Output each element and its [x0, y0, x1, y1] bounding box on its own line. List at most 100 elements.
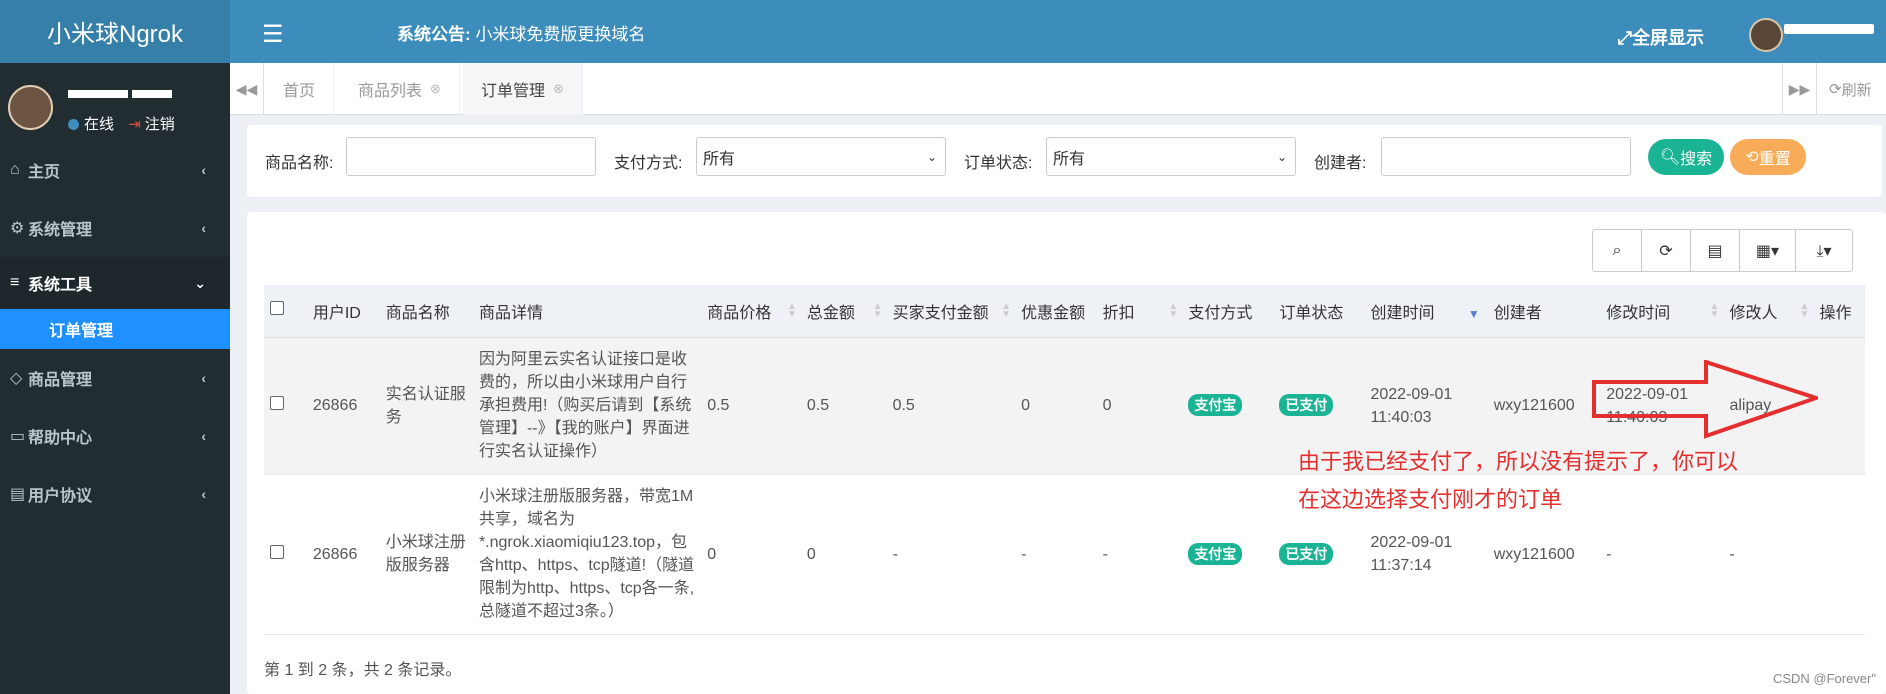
sidebar-item-label: 主页 — [28, 164, 61, 181]
chevron-left-icon: ‹ — [201, 162, 206, 178]
pay-method-badge: 支付宝 — [1188, 542, 1243, 565]
gear-icon: ⚙ — [10, 220, 25, 237]
list-icon: ▤ — [1707, 242, 1723, 260]
close-icon[interactable]: ⊗ — [553, 81, 564, 97]
tab-order-management[interactable]: 订单管理 ⊗ — [463, 63, 583, 115]
reset-button[interactable]: ⟲ 重置 — [1730, 139, 1806, 175]
header-username-redacted[interactable] — [1784, 20, 1874, 40]
sort-desc-icon: ▼ — [1467, 307, 1480, 321]
cell-action[interactable] — [1813, 337, 1865, 475]
tab-label: 首页 — [283, 83, 316, 100]
pay-method-value: 所有 — [703, 150, 736, 168]
column-header-sortable[interactable]: 商品价格 ▲ ▼ — [701, 285, 801, 338]
column-header[interactable]: 操作 — [1813, 285, 1865, 338]
hamburger-menu-icon[interactable]: ☰ — [262, 20, 284, 49]
fullscreen-label: 全屏显示 — [1632, 28, 1704, 48]
sidebar-item-home[interactable]: ⌂ 主页 ‹ — [0, 141, 230, 199]
submenu: 订单管理 — [0, 309, 230, 349]
fullscreen-button[interactable]: ⤢全屏显示 — [1618, 24, 1704, 50]
column-header[interactable]: 支付方式 — [1182, 285, 1274, 338]
column-header-sortable[interactable]: 买家支付金额 ▲ ▼ — [886, 285, 1016, 338]
logout-link[interactable]: 注销 — [145, 116, 175, 133]
search-button[interactable]: 🔍︎ 搜索 — [1648, 139, 1724, 175]
column-header-sortable[interactable]: 总金额 ▲ ▼ — [800, 285, 887, 338]
export-button[interactable]: ⤓▾ — [1796, 230, 1852, 271]
cell-action[interactable] — [1813, 474, 1865, 635]
pay-method-select[interactable]: 所有 ⌄ — [696, 137, 946, 176]
user-panel: 在线 ⇥ 注销 — [0, 63, 230, 141]
tab-label: 商品列表 — [358, 83, 423, 100]
top-navbar: ☰ 系统公告: 小米球免费版更换域名 ⤢全屏显示 — [230, 0, 1886, 63]
tab-label: 订单管理 — [481, 83, 546, 100]
cell-pay-method: 支付宝 — [1182, 474, 1274, 635]
table-toolbar: ⌕ ⟳ ▤ ▦▾ ⤓▾ — [1592, 229, 1853, 272]
tab-scroll-left-icon[interactable]: ◀◀ — [230, 63, 264, 115]
tab-bar: ◀◀ 首页 商品列表 ⊗ 订单管理 ⊗ ▶▶ ⟳ 刷新 — [230, 63, 1886, 115]
cell-total: 0 — [800, 474, 887, 635]
sort-icon: ▲ ▼ — [786, 301, 797, 320]
header-avatar[interactable] — [1749, 18, 1783, 52]
order-status-select[interactable]: 所有 ⌄ — [1046, 137, 1296, 176]
online-dot-icon — [68, 119, 79, 130]
sidebar-item-label: 用户协议 — [28, 488, 93, 505]
column-header-sortable[interactable]: 折扣 ▲ ▼ — [1096, 285, 1183, 338]
refresh-button[interactable]: ⟳ 刷新 — [1816, 63, 1886, 115]
tab-scroll-right-icon[interactable]: ▶▶ — [1782, 63, 1816, 115]
cell-product-name: 实名认证服务 — [379, 337, 473, 475]
notice-text: 小米球免费版更换域名 — [475, 25, 646, 44]
pay-method-badge: 支付宝 — [1188, 394, 1243, 416]
column-header[interactable]: 用户ID — [306, 285, 380, 338]
creator-label: 创建者: — [1314, 155, 1367, 172]
expand-icon: ⤢ — [1617, 28, 1632, 48]
creator-input[interactable] — [1381, 137, 1631, 176]
column-header-label: 折扣 — [1102, 304, 1135, 322]
column-header-label: 创建时间 — [1370, 304, 1435, 322]
cell-discount-amount: 0 — [1015, 337, 1097, 475]
column-header-label: 修改人 — [1729, 304, 1778, 322]
search-button-label: 搜索 — [1680, 151, 1713, 168]
app-logo[interactable]: 小米球Ngrok — [0, 0, 230, 63]
sidebar-subitem-order-management[interactable]: 订单管理 — [0, 309, 230, 349]
cell-buyer-paid: - — [886, 474, 1016, 635]
select-all-checkbox[interactable] — [270, 301, 284, 316]
cell-user-id: 26866 — [306, 474, 380, 635]
product-name-input[interactable] — [346, 137, 596, 176]
column-header-sorted[interactable]: 创建时间 ▼ — [1364, 285, 1488, 338]
row-checkbox[interactable] — [270, 396, 284, 410]
row-checkbox-cell — [264, 474, 307, 635]
cell-discount: 0 — [1096, 337, 1183, 475]
toggle-view-button[interactable]: ▤ — [1691, 230, 1740, 271]
sidebar-item-product-management[interactable]: ◇ 商品管理 ‹ — [0, 349, 230, 407]
cell-discount-amount: - — [1015, 474, 1097, 635]
column-header[interactable]: 商品名称 — [379, 285, 473, 338]
column-header[interactable]: 优惠金额 — [1015, 285, 1097, 338]
row-checkbox[interactable] — [270, 544, 284, 559]
column-header-sortable[interactable]: 修改人 ▲ ▼ — [1723, 285, 1814, 338]
sidebar-item-user-agreement[interactable]: ▤ 用户协议 ‹ — [0, 465, 230, 523]
cell-total: 0.5 — [800, 337, 887, 475]
order-status-value: 所有 — [1053, 150, 1086, 168]
sidebar-item-system-management[interactable]: ⚙ 系统管理 ‹ — [0, 199, 230, 257]
user-status: 在线 ⇥ 注销 — [68, 113, 175, 134]
sort-icon: ▲ ▼ — [1168, 301, 1179, 320]
columns-button[interactable]: ▦▾ — [1740, 230, 1796, 271]
annotation-note: 由于我已经支付了，所以没有提示了，你可以在这边选择支付刚才的订单 — [1298, 449, 1739, 512]
sort-icon: ▲ ▼ — [1799, 301, 1810, 320]
cell-pay-method: 支付宝 — [1182, 337, 1274, 475]
search-icon: ⌕ — [1612, 241, 1622, 259]
close-icon[interactable]: ⊗ — [430, 81, 441, 97]
cell-detail: 小米球注册版服务器，带宽1M共享，域名为*.ngrok.xiaomiqiu123… — [472, 474, 702, 635]
column-header[interactable]: 订单状态 — [1273, 285, 1365, 338]
toggle-search-button[interactable]: ⌕ — [1593, 230, 1642, 271]
column-header[interactable]: 创建者 — [1487, 285, 1601, 338]
sidebar-item-system-tools[interactable]: ≡ 系统工具 ⌄ — [0, 257, 230, 309]
tab-product-list[interactable]: 商品列表 ⊗ — [340, 63, 460, 115]
column-header[interactable]: 商品详情 — [472, 285, 702, 338]
refresh-table-button[interactable]: ⟳ — [1642, 230, 1691, 271]
column-header-sortable[interactable]: 修改时间 ▲ ▼ — [1600, 285, 1724, 338]
status-badge: 已支付 — [1279, 394, 1334, 416]
logout-icon[interactable]: ⇥ — [128, 116, 141, 133]
avatar — [8, 85, 53, 130]
sidebar-item-help-center[interactable]: ▭ 帮助中心 ‹ — [0, 407, 230, 465]
tab-home[interactable]: 首页 — [265, 63, 335, 115]
